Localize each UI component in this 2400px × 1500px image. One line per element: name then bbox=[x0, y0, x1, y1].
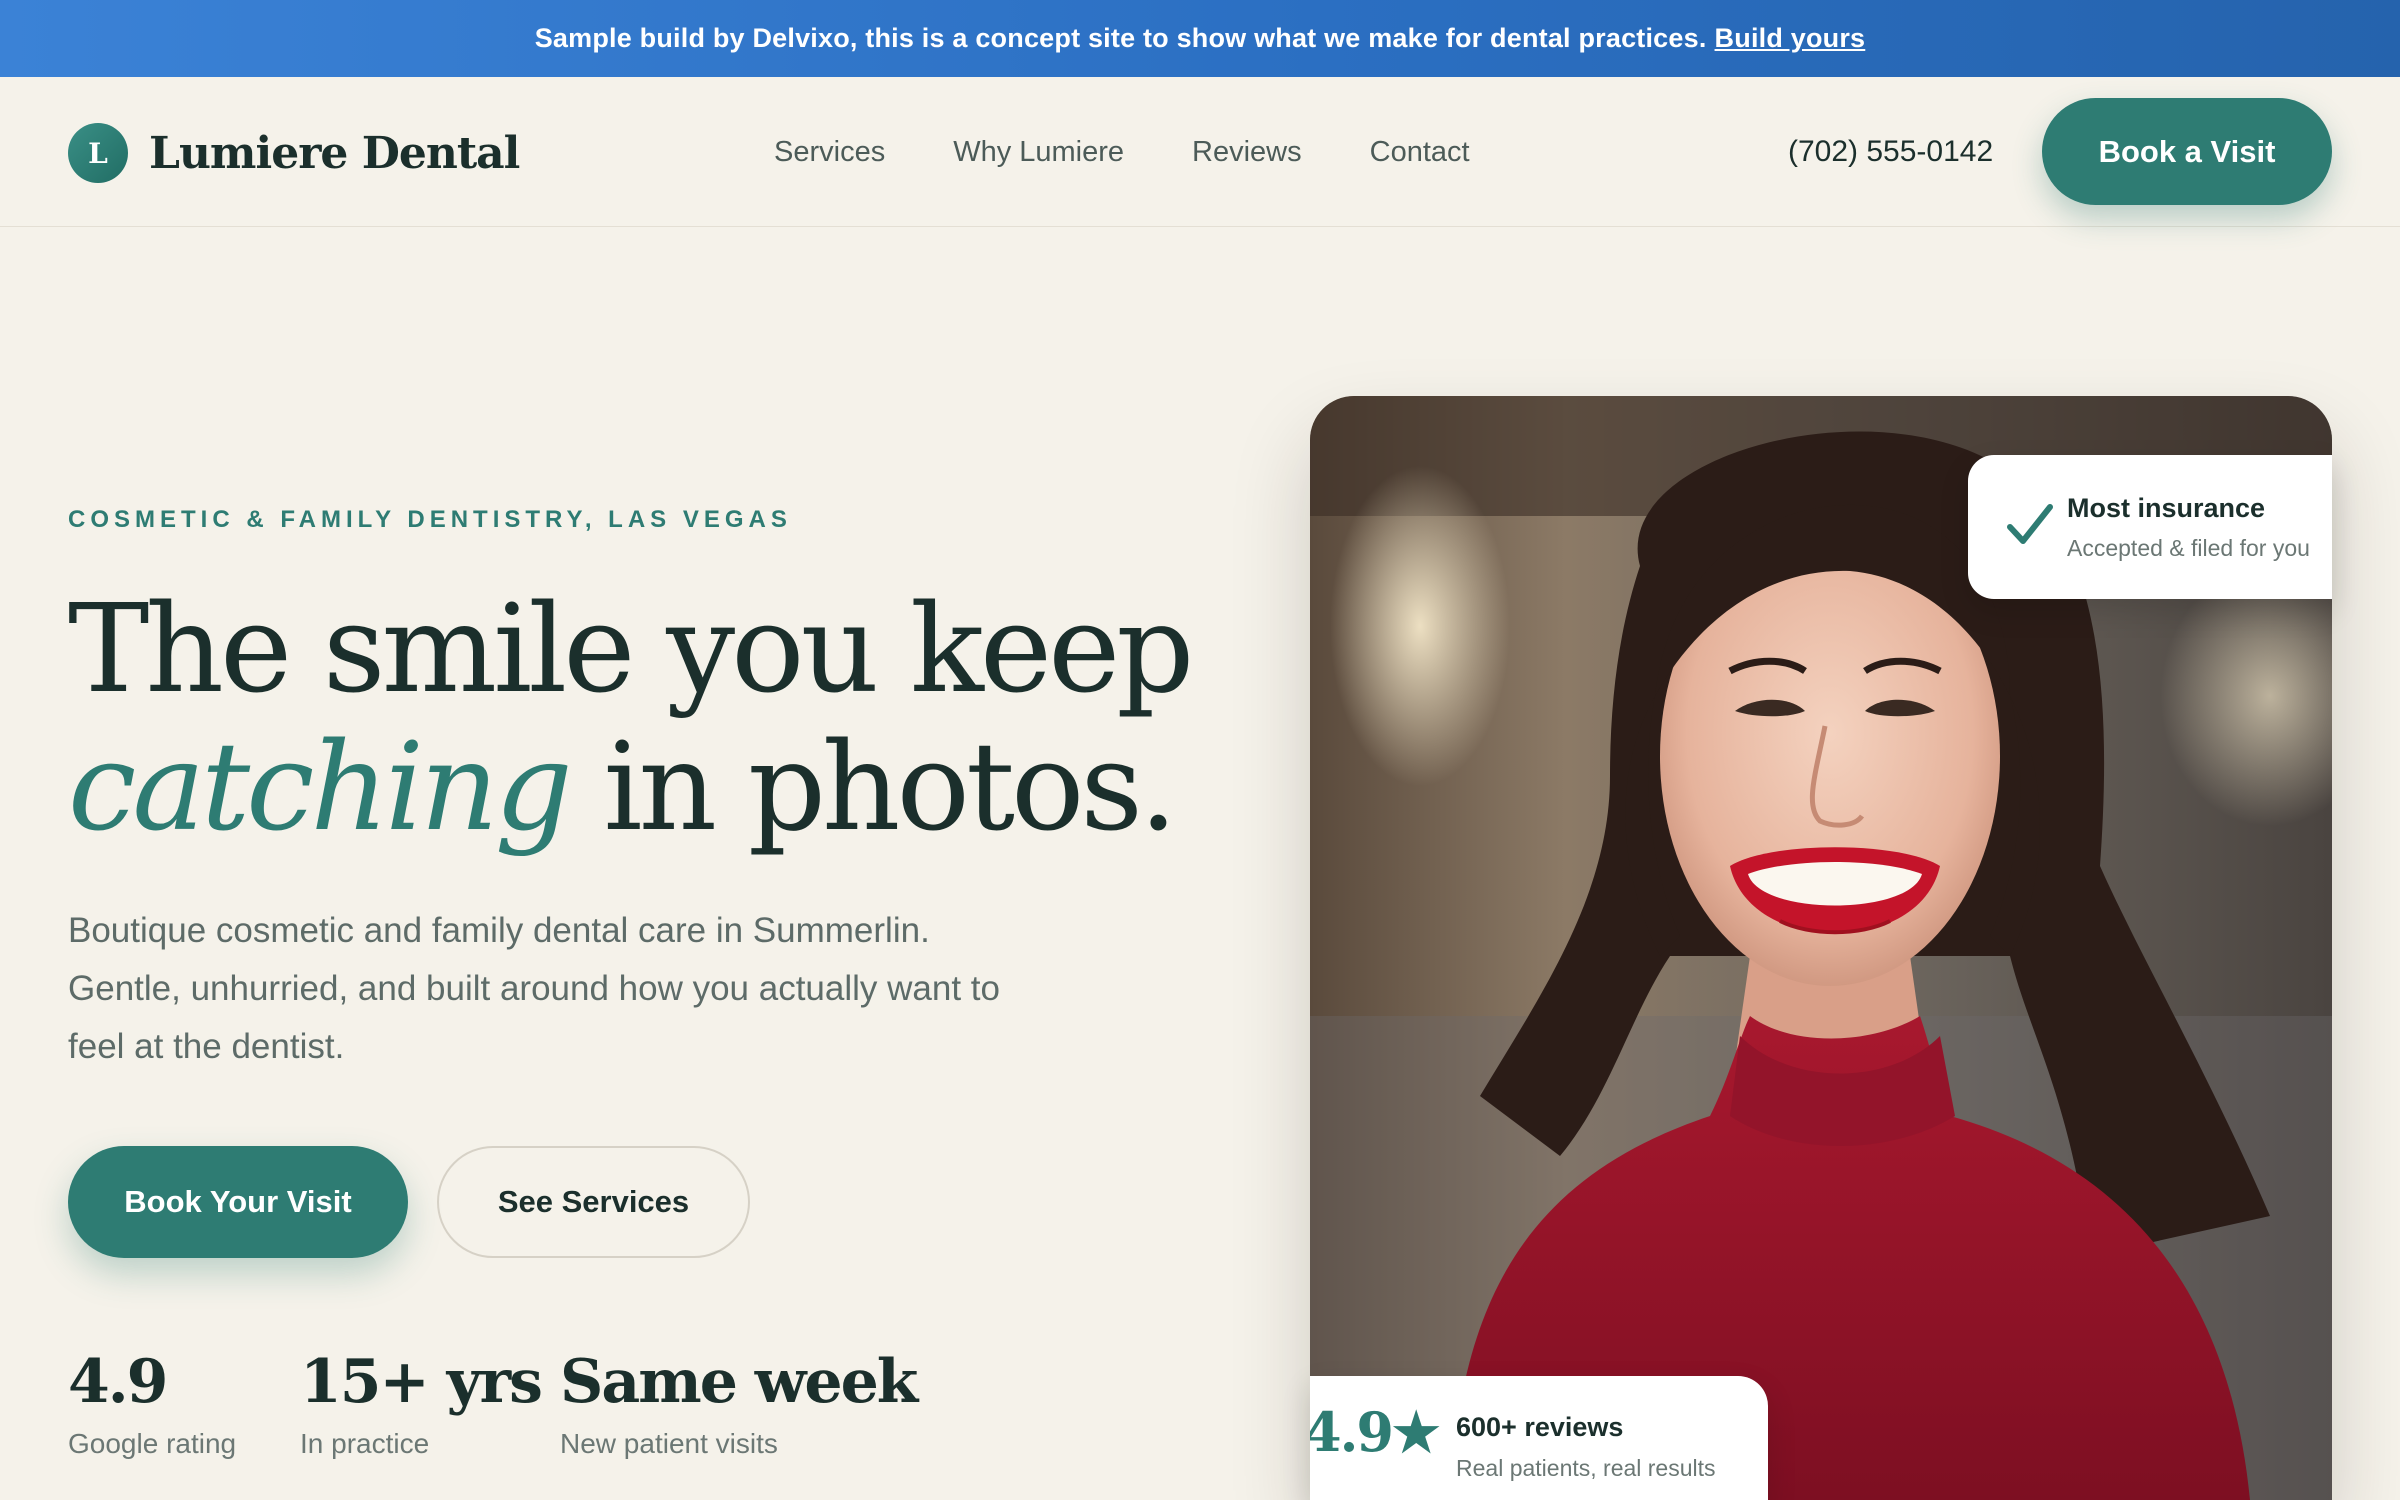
insurance-subtitle: Accepted & filed for you bbox=[2067, 535, 2310, 561]
brand-name: Lumiere Dental bbox=[149, 127, 520, 179]
reviews-subtitle: Real patients, real results bbox=[1456, 1455, 1716, 1481]
reviews-rating: 4.9★ bbox=[1310, 1400, 1440, 1464]
insurance-title: Most insurance bbox=[2067, 493, 2266, 523]
site-header: L Lumiere Dental Services Why Lumiere Re… bbox=[0, 77, 2400, 227]
logo[interactable]: L Lumiere Dental bbox=[68, 123, 520, 183]
reviews-card: 4.9★ 600+ reviews Real patients, real re… bbox=[1310, 1376, 1768, 1500]
checkmark-icon bbox=[2007, 504, 2053, 544]
stat-label: New patient visits bbox=[560, 1428, 778, 1459]
stat-value: 15+ yrs bbox=[300, 1347, 543, 1417]
stat-value: 4.9 bbox=[68, 1347, 168, 1417]
book-your-visit-button[interactable]: Book Your Visit bbox=[68, 1146, 408, 1258]
headline-accent: catching bbox=[68, 716, 573, 858]
hero-lead: Boutique cosmetic and family dental care… bbox=[68, 911, 1000, 1066]
stat-same-week: Same week New patient visits bbox=[560, 1340, 918, 1460]
hero-headline: The smile you keep catching in photos. bbox=[68, 580, 1218, 856]
stat-rating: 4.9 Google rating bbox=[68, 1340, 236, 1460]
headline-rest: in photos. bbox=[568, 716, 1177, 858]
stat-label: In practice bbox=[300, 1428, 430, 1459]
main-nav: Services Why Lumiere Reviews Contact bbox=[774, 77, 1538, 227]
insurance-card: Most insurance Accepted & filed for you bbox=[1968, 455, 2332, 599]
promo-banner: Sample build by Delvixo, this is a conce… bbox=[0, 0, 2400, 77]
see-services-button[interactable]: See Services bbox=[437, 1146, 750, 1258]
nav-contact[interactable]: Contact bbox=[1370, 136, 1470, 169]
logo-mark: L bbox=[68, 123, 128, 183]
hero-eyebrow: COSMETIC & FAMILY DENTISTRY, LAS VEGAS bbox=[68, 506, 792, 533]
promo-banner-text: Sample build by Delvixo, this is a conce… bbox=[534, 23, 1707, 53]
stat-label: Google rating bbox=[68, 1428, 237, 1459]
nav-services[interactable]: Services bbox=[774, 136, 885, 169]
reviews-title: 600+ reviews bbox=[1456, 1412, 1624, 1442]
nav-reviews[interactable]: Reviews bbox=[1192, 136, 1302, 169]
headline-line-1: The smile you keep bbox=[68, 578, 1194, 720]
stat-years: 15+ yrs In practice bbox=[300, 1340, 543, 1460]
nav-why-lumiere[interactable]: Why Lumiere bbox=[953, 136, 1124, 169]
phone-link[interactable]: (702) 555-0142 bbox=[1788, 77, 1993, 227]
stat-value: Same week bbox=[560, 1347, 918, 1417]
build-yours-link[interactable]: Build yours bbox=[1715, 23, 1866, 54]
book-a-visit-button[interactable]: Book a Visit bbox=[2042, 98, 2332, 205]
